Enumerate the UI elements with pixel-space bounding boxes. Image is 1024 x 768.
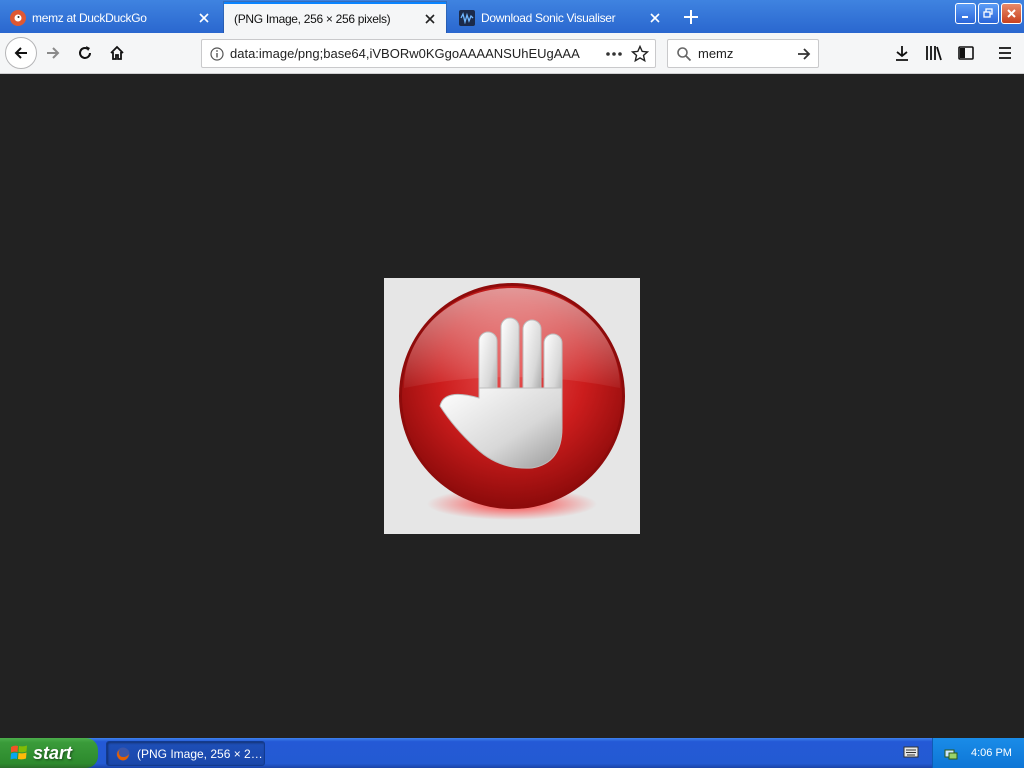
taskbar-item-firefox[interactable]: (PNG Image, 256 × 2… <box>106 741 265 766</box>
taskbar: start (PNG Image, 256 × 2… 4:06 PM <box>0 738 1024 768</box>
url-text[interactable]: data:image/png;base64,iVBORw0KGgoAAAANSU… <box>230 46 597 61</box>
search-icon <box>676 46 692 62</box>
search-input[interactable]: memz <box>698 46 796 61</box>
close-icon <box>1007 9 1016 18</box>
reload-icon <box>79 46 91 59</box>
arrow-right-icon <box>47 47 60 59</box>
back-button[interactable] <box>5 37 37 69</box>
downloads-button[interactable] <box>887 38 917 68</box>
search-bar[interactable]: memz <box>667 39 819 68</box>
tab-title: Download Sonic Visualiser <box>481 10 616 25</box>
navigation-toolbar: data:image/png;base64,iVBORw0KGgoAAAANSU… <box>0 33 1024 74</box>
menu-button[interactable] <box>990 38 1020 68</box>
start-button[interactable]: start <box>0 738 98 768</box>
windows-logo-icon <box>10 745 27 760</box>
tab-title: (PNG Image, 256 × 256 pixels) <box>234 11 391 26</box>
close-window-button[interactable] <box>1001 3 1022 24</box>
minimize-icon <box>961 15 968 18</box>
plus-icon <box>684 9 698 24</box>
network-icon[interactable] <box>943 745 959 761</box>
tab-duckduckgo[interactable]: memz at DuckDuckGo <box>2 2 220 33</box>
keyboard-icon[interactable] <box>903 745 919 764</box>
close-tab-icon[interactable] <box>422 11 438 27</box>
tab-sonic-visualiser[interactable]: Download Sonic Visualiser <box>451 2 671 33</box>
taskbar-item-label: (PNG Image, 256 × 2… <box>137 746 263 761</box>
sidebar-icon <box>958 46 974 60</box>
sonic-visualiser-icon <box>459 9 475 26</box>
library-button[interactable] <box>919 38 949 68</box>
reload-button[interactable] <box>70 38 100 68</box>
system-tray: 4:06 PM <box>932 738 1024 768</box>
page-content <box>0 74 1024 738</box>
home-icon <box>110 45 124 60</box>
clock[interactable]: 4:06 PM <box>971 747 1012 759</box>
close-tab-icon[interactable] <box>196 10 212 26</box>
download-icon <box>896 46 908 61</box>
hamburger-menu-icon <box>999 47 1011 59</box>
new-tab-button[interactable] <box>676 2 706 31</box>
stop-hand-image <box>384 278 640 534</box>
duckduckgo-icon <box>10 9 26 26</box>
tab-title: memz at DuckDuckGo <box>32 10 147 25</box>
home-button[interactable] <box>102 38 132 68</box>
bookmark-star-icon[interactable] <box>631 44 649 63</box>
url-bar[interactable]: data:image/png;base64,iVBORw0KGgoAAAANSU… <box>201 39 656 68</box>
start-label: start <box>33 742 73 763</box>
info-icon[interactable] <box>210 46 224 61</box>
firefox-icon <box>116 747 130 760</box>
forward-button[interactable] <box>38 38 68 68</box>
arrow-left-icon <box>14 47 27 59</box>
restore-icon <box>983 8 993 18</box>
close-tab-icon[interactable] <box>647 10 663 26</box>
sidebar-button[interactable] <box>951 38 981 68</box>
minimize-button[interactable] <box>955 3 976 24</box>
search-go-icon[interactable] <box>796 46 812 62</box>
page-actions-icon[interactable] <box>605 51 623 57</box>
restore-button[interactable] <box>978 3 999 24</box>
library-icon <box>926 46 942 61</box>
stop-hand-icon <box>399 283 625 520</box>
tab-png-image[interactable]: (PNG Image, 256 × 256 pixels) <box>224 2 446 33</box>
tab-strip: memz at DuckDuckGo (PNG Image, 256 × 256… <box>0 0 1024 33</box>
